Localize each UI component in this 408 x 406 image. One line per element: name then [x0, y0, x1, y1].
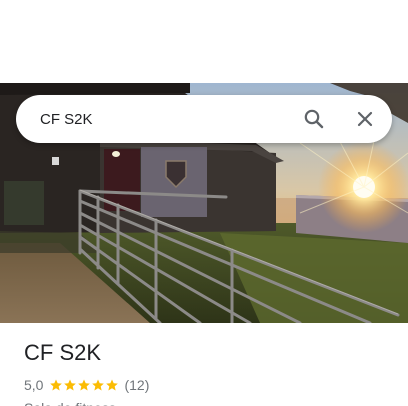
star-icon: [64, 379, 77, 391]
close-icon: [357, 111, 373, 127]
search-icon: [304, 109, 324, 129]
search-bar: [16, 95, 392, 143]
rating-row[interactable]: 5,0 (12): [24, 375, 392, 395]
search-button[interactable]: [302, 107, 326, 131]
star-rating: [49, 378, 119, 392]
search-input[interactable]: [40, 95, 290, 143]
place-info: CF S2K 5,0 (12) Sala de fitness: [24, 338, 392, 406]
star-icon: [78, 379, 91, 391]
star-icon: [92, 379, 105, 391]
place-panel: CF S2K 5,0 (12) Sala de fitness: [0, 0, 408, 406]
place-title: CF S2K: [24, 340, 102, 365]
clear-search-button[interactable]: [353, 107, 377, 131]
review-count[interactable]: (12): [124, 377, 149, 393]
rating-value: 5,0: [24, 377, 44, 393]
star-icon: [50, 379, 63, 391]
star-icon: [106, 379, 119, 391]
place-category: Sala de fitness: [24, 398, 392, 406]
